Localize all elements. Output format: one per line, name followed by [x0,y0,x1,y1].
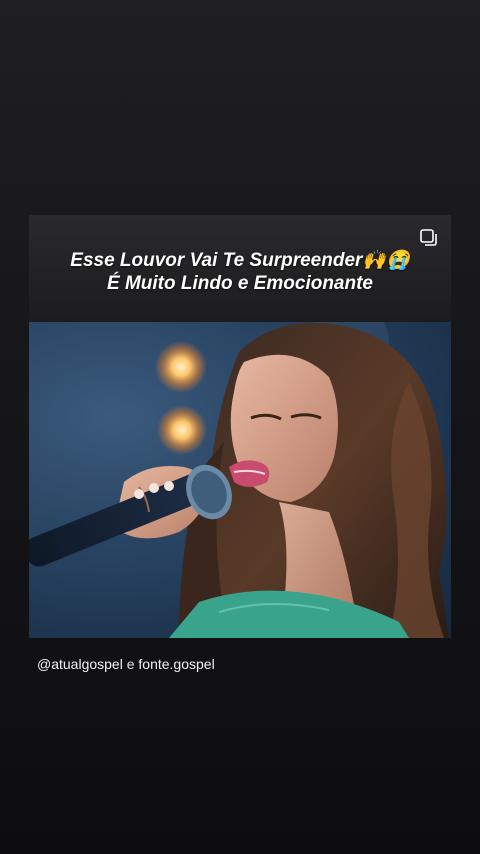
credit-conjunction: e [126,656,135,672]
stage-light [155,341,207,393]
post-title: Esse Louvor Vai Te Surpreender🙌😭 É Muito… [29,249,451,295]
account-mention-2[interactable]: fonte.gospel [138,656,214,672]
singer-image [29,322,449,638]
credit-line[interactable]: @atualgospel e fonte.gospel [37,655,215,673]
shared-post-card[interactable]: Esse Louvor Vai Te Surpreender🙌😭 É Muito… [29,215,451,638]
stage-light [157,405,207,455]
story-screen: Esse Louvor Vai Te Surpreender🙌😭 É Muito… [0,0,480,854]
multiple-posts-icon [419,228,439,248]
post-title-line-2: É Muito Lindo e Emocionante [107,273,373,294]
account-mention-1[interactable]: @atualgospel [37,656,123,672]
video-thumbnail[interactable] [29,322,451,638]
post-header: Esse Louvor Vai Te Surpreender🙌😭 É Muito… [29,215,451,322]
post-title-line-1: Esse Louvor Vai Te Surpreender🙌😭 [70,250,410,271]
